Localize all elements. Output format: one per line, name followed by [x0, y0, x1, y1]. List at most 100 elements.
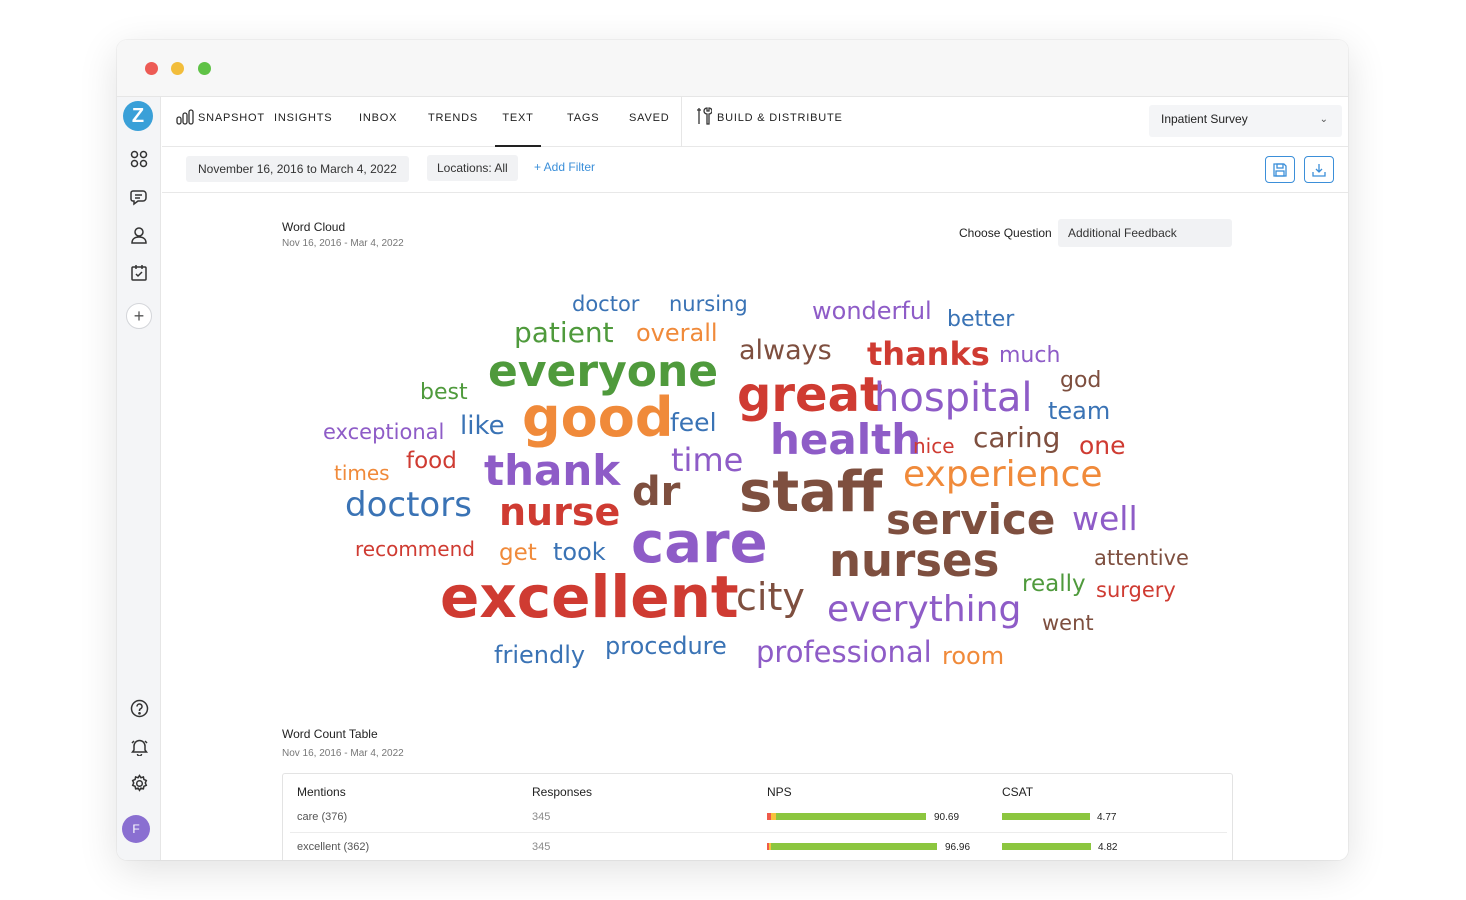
header-mentions: Mentions	[297, 785, 346, 799]
word-cloud-word[interactable]: overall	[636, 321, 718, 345]
responses-cell: 345	[532, 811, 551, 823]
add-button-wrapper: +	[125, 302, 153, 330]
word-cloud-word[interactable]: nursing	[669, 294, 748, 315]
nps-value: 96.96	[945, 842, 971, 853]
word-cloud-word[interactable]: excellent	[440, 568, 739, 626]
table-row[interactable]: excellent (362) 345 96.96 4.82	[290, 833, 1227, 860]
app-window: Z + F SNAPSHOT INSIGHTS INBOX TRENDS TEX…	[117, 40, 1348, 860]
mentions-cell: care (376)	[297, 811, 348, 823]
word-cloud-word[interactable]: took	[553, 540, 606, 564]
close-window-button[interactable]	[145, 62, 158, 75]
table-row[interactable]: care (376) 345 90.69 4.77	[290, 803, 1227, 833]
word-cloud-word[interactable]: feel	[670, 410, 717, 435]
word-cloud-word[interactable]: great	[737, 371, 883, 419]
word-cloud-word[interactable]: always	[739, 337, 832, 364]
nps-bar	[767, 813, 926, 820]
nps-bar	[767, 843, 937, 850]
save-button[interactable]	[1265, 156, 1295, 183]
word-cloud-word[interactable]: hospital	[874, 378, 1032, 418]
tab-tags[interactable]: TAGS	[567, 97, 599, 147]
word-cloud-word[interactable]: god	[1060, 370, 1101, 392]
tab-inbox[interactable]: INBOX	[359, 97, 397, 147]
csat-value: 4.77	[1097, 812, 1117, 823]
word-count-table: Mentions Responses NPS CSAT care (376) 3…	[282, 773, 1233, 860]
survey-select[interactable]: Inpatient Survey ⌄	[1149, 105, 1342, 137]
download-button[interactable]	[1304, 156, 1334, 183]
word-cloud-word[interactable]: thanks	[867, 338, 990, 370]
word-cloud-word[interactable]: thank	[484, 450, 620, 492]
word-cloud-word[interactable]: dr	[632, 472, 680, 512]
word-cloud-word[interactable]: team	[1048, 399, 1110, 423]
word-cloud-word[interactable]: room	[942, 644, 1004, 668]
word-cloud-word[interactable]: much	[999, 345, 1060, 367]
avatar[interactable]: F	[122, 815, 150, 843]
add-filter-button[interactable]: + Add Filter	[534, 156, 595, 182]
responses-cell: 345	[532, 841, 551, 853]
csat-bar	[1002, 813, 1090, 820]
tab-trends[interactable]: TRENDS	[428, 97, 478, 147]
tab-snapshot[interactable]: SNAPSHOT	[176, 97, 265, 147]
word-cloud-word[interactable]: times	[334, 463, 390, 483]
plus-icon[interactable]: +	[126, 303, 152, 329]
tab-build-distribute[interactable]: BUILD & DISTRIBUTE	[696, 97, 843, 147]
word-cloud-word[interactable]: nurse	[499, 493, 620, 531]
tab-insights[interactable]: INSIGHTS	[274, 97, 332, 147]
word-cloud-word[interactable]: caring	[973, 424, 1060, 452]
word-cloud-word[interactable]: nice	[913, 436, 955, 456]
maximize-window-button[interactable]	[198, 62, 211, 75]
header-responses: Responses	[532, 785, 593, 799]
word-cloud-word[interactable]: best	[420, 382, 468, 404]
tab-snapshot-label: SNAPSHOT	[198, 112, 265, 124]
nav-divider	[681, 97, 682, 147]
word-cloud-word[interactable]: really	[1022, 573, 1086, 596]
gear-icon[interactable]	[125, 769, 153, 797]
tab-text[interactable]: TEXT	[495, 97, 541, 147]
word-cloud-word[interactable]: well	[1072, 502, 1138, 535]
app-logo[interactable]: Z	[123, 101, 153, 131]
word-cloud-word[interactable]: food	[406, 450, 457, 473]
word-cloud-word[interactable]: time	[671, 444, 743, 476]
nps-promoter-segment	[776, 813, 926, 820]
user-icon[interactable]	[125, 221, 153, 249]
word-cloud-word[interactable]: professional	[756, 638, 932, 667]
word-cloud-word[interactable]: wonderful	[812, 299, 932, 323]
word-cloud-word[interactable]: doctors	[345, 488, 472, 522]
locations-filter[interactable]: Locations: All	[427, 155, 518, 181]
word-count-table-date: Nov 16, 2016 - Mar 4, 2022	[282, 748, 404, 759]
word-cloud-word[interactable]: city	[736, 578, 805, 616]
word-cloud: doctor nursing wonderful better patient overa…	[162, 193, 1348, 713]
word-cloud-word[interactable]: get	[499, 542, 537, 565]
word-cloud-word[interactable]: better	[947, 309, 1014, 331]
word-cloud-word[interactable]: attentive	[1094, 548, 1189, 569]
word-cloud-word[interactable]: procedure	[605, 634, 727, 658]
calendar-check-icon[interactable]	[125, 259, 153, 287]
tab-saved[interactable]: SAVED	[629, 97, 669, 147]
minimize-window-button[interactable]	[171, 62, 184, 75]
word-cloud-word[interactable]: went	[1042, 613, 1094, 634]
nps-value: 90.69	[934, 812, 960, 823]
word-cloud-word[interactable]: surgery	[1096, 580, 1176, 601]
dashboard-icon[interactable]	[125, 145, 153, 173]
word-cloud-word[interactable]: recommend	[355, 539, 475, 559]
word-cloud-word[interactable]: health	[770, 419, 921, 461]
word-cloud-word[interactable]: good	[522, 391, 674, 445]
word-cloud-word[interactable]: everything	[827, 592, 1021, 628]
date-range-filter[interactable]: November 16, 2016 to March 4, 2022	[186, 156, 409, 182]
title-bar	[117, 40, 1348, 97]
bell-icon[interactable]	[125, 732, 153, 760]
tab-build-distribute-label: BUILD & DISTRIBUTE	[717, 112, 843, 124]
chat-icon[interactable]	[125, 183, 153, 211]
main-content: Word Cloud Nov 16, 2016 - Mar 4, 2022 Ch…	[162, 193, 1348, 860]
header-csat: CSAT	[1002, 785, 1034, 799]
help-icon[interactable]	[125, 694, 153, 722]
word-cloud-word[interactable]: experience	[903, 457, 1103, 493]
tools-icon	[697, 107, 713, 125]
word-cloud-word[interactable]: friendly	[494, 643, 585, 667]
word-cloud-word[interactable]: doctor	[572, 294, 639, 315]
chevron-down-icon: ⌄	[1319, 114, 1328, 125]
word-cloud-word[interactable]: like	[460, 413, 505, 439]
word-cloud-word[interactable]: nurses	[829, 538, 999, 583]
word-cloud-word[interactable]: exceptional	[323, 422, 444, 443]
filter-bar: November 16, 2016 to March 4, 2022 Locat…	[162, 147, 1348, 193]
word-cloud-word[interactable]: patient	[514, 319, 614, 347]
